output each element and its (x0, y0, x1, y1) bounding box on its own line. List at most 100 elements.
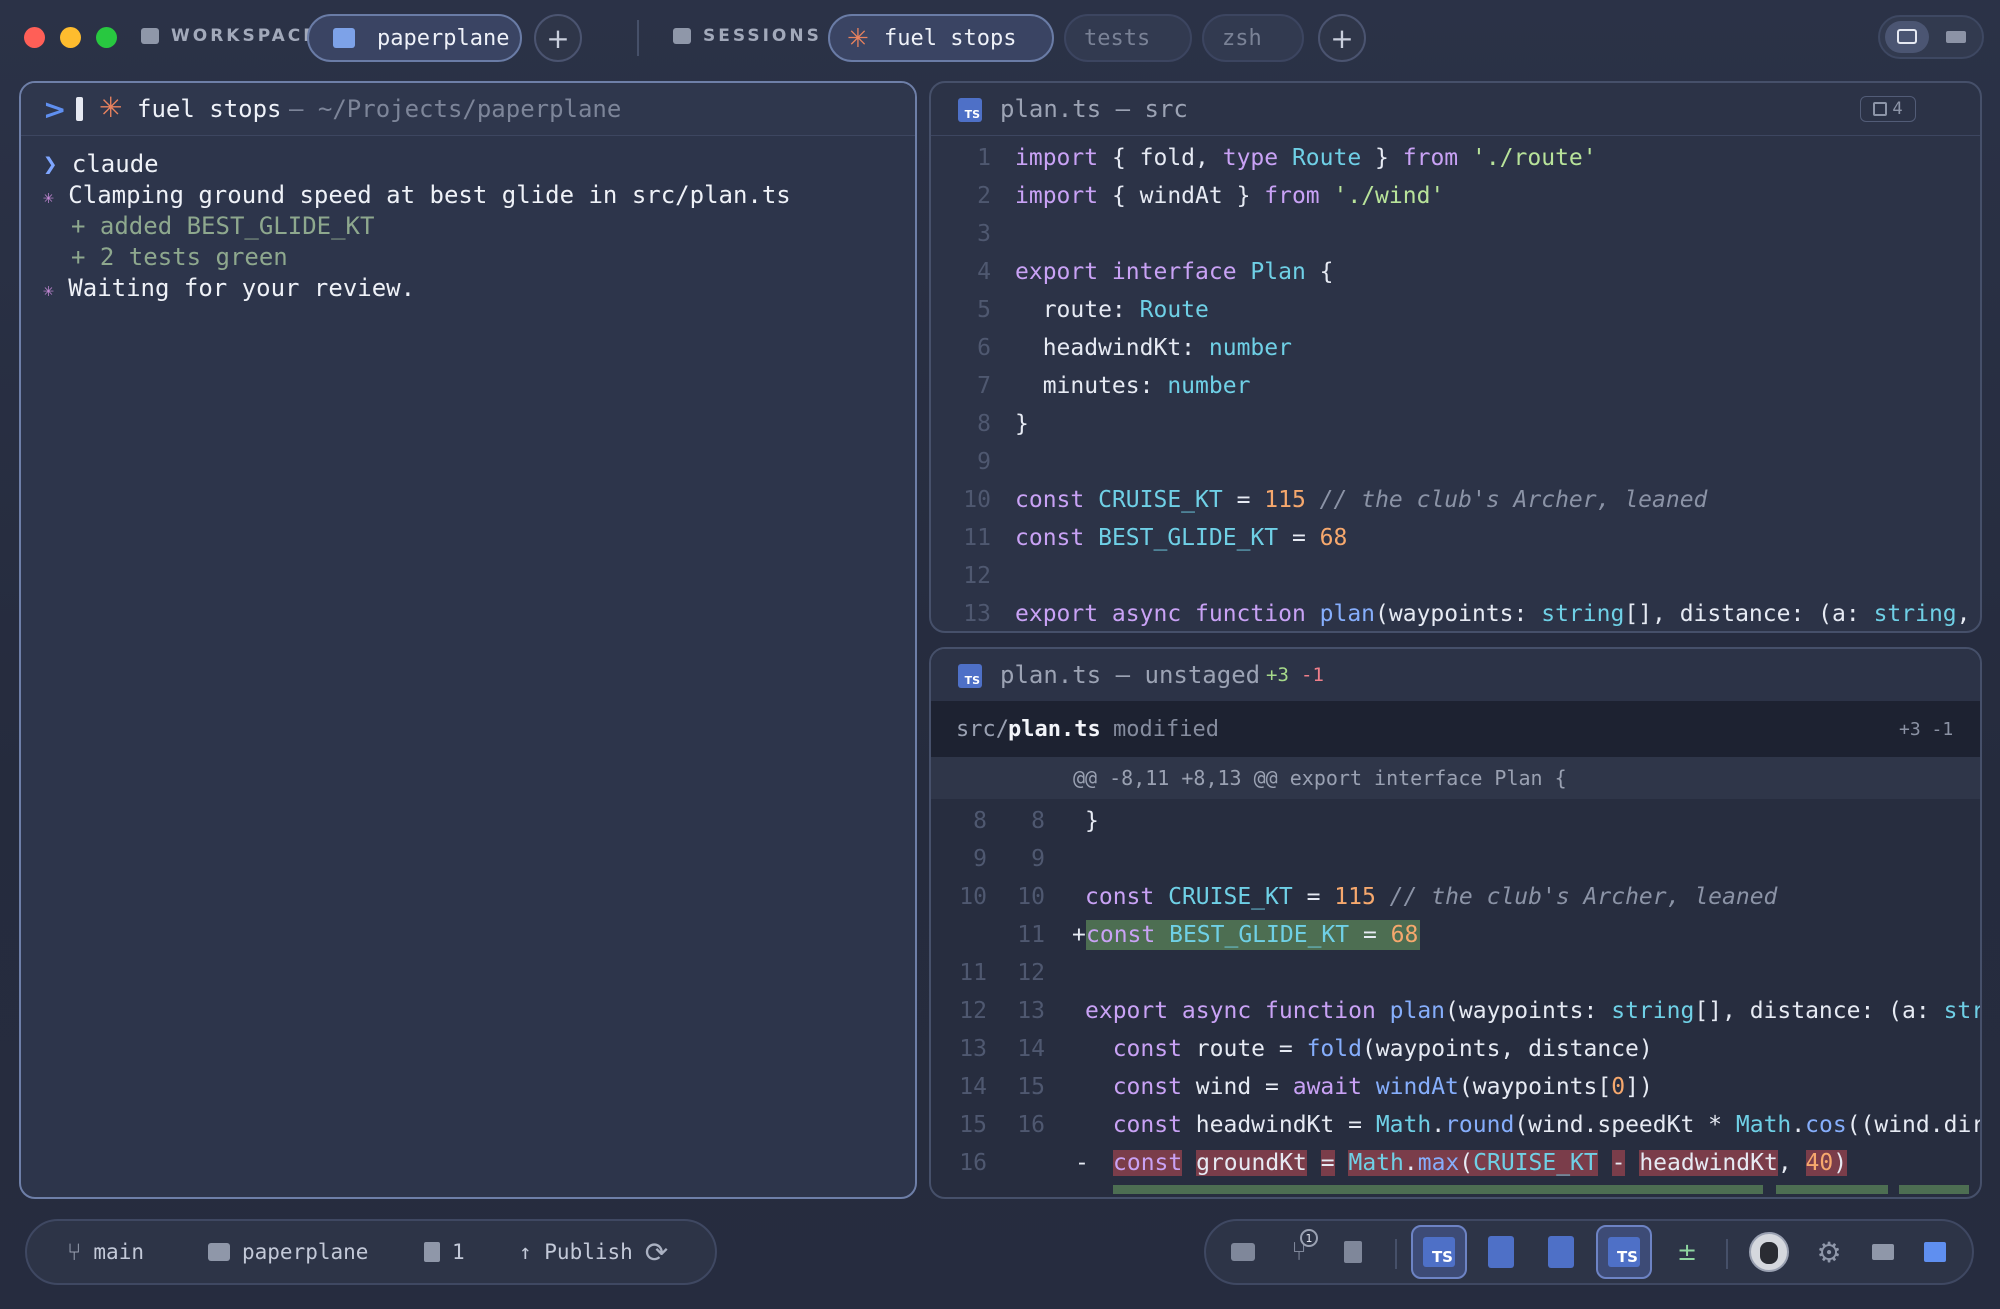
terminal-header: > ✳ fuel stops — ~/Projects/paperplane (21, 83, 915, 136)
editor-filename: plan.ts — src (1000, 95, 1188, 123)
file-button[interactable] (1330, 1229, 1376, 1275)
code-line: 1 import { fold, type Route } from './rou… (977, 145, 1597, 171)
divider (637, 20, 639, 56)
folder-button[interactable]: paperplane (208, 1221, 368, 1283)
notification-badge: 1 (1300, 1229, 1318, 1247)
windows-icon (1897, 29, 1917, 44)
refresh-icon: ⟳ (644, 1235, 669, 1269)
copy-icon (1873, 102, 1888, 116)
document-button[interactable] (1478, 1229, 1524, 1275)
diff-line-partial (931, 1182, 1980, 1194)
git-branch-icon: ⑂ (67, 1238, 82, 1266)
editor-header: TS plan.ts — src 4 (931, 83, 1980, 136)
branch-button[interactable]: ⑂ main (67, 1221, 144, 1283)
typescript-file-icon: TS (958, 664, 982, 688)
add-workspace-button[interactable]: + (534, 14, 582, 62)
diff-pane[interactable]: TS plan.ts — unstaged +3 -1 src/ plan.ts… (929, 647, 1982, 1199)
file-diff-icon (424, 1242, 440, 1262)
document-icon (1488, 1236, 1514, 1268)
plus-icon: + (546, 21, 570, 55)
terminal-line: ✳ Clamping ground speed at best glide in… (43, 181, 791, 209)
gear-icon: ⚙ (1816, 1235, 1842, 1269)
terminal-pane[interactable]: > ✳ fuel stops — ~/Projects/paperplane ❯… (19, 81, 917, 1199)
code-line: 13 export async function plan(waypoints: … (963, 601, 1971, 627)
code-line: 3 (977, 221, 991, 247)
divider (1726, 1239, 1728, 1269)
split-view-button[interactable] (1885, 21, 1929, 53)
diff-line: 14 15 const wind = await windAt(waypoints… (959, 1074, 1653, 1100)
folder-icon (1231, 1243, 1255, 1261)
terminal-path: — ~/Projects/paperplane (289, 95, 622, 123)
compose-button[interactable] (1912, 1229, 1958, 1275)
layout-controls (1878, 15, 1984, 59)
add-session-button[interactable]: + (1318, 14, 1366, 62)
diff-line-removed: 16- const groundKt = Math.max(CRUISE_KT -… (959, 1150, 1848, 1176)
typescript-icon: TS (1608, 1237, 1640, 1267)
document-button-2[interactable] (1538, 1229, 1584, 1275)
code-line: 2 import { windAt } from './wind' (977, 183, 1445, 209)
file-icon (1344, 1241, 1362, 1263)
claude-icon: ✳ (847, 24, 869, 54)
diff-button[interactable]: ± (1664, 1229, 1710, 1275)
source-control-button[interactable]: ⑂ 1 (1276, 1229, 1322, 1275)
code-line: 5 route: Route (977, 297, 1209, 323)
session-tab-fuel-stops[interactable]: ✳ fuel stops (828, 14, 1054, 62)
plus-minus-icon: ± (1676, 1238, 1698, 1266)
terminal-title: fuel stops (137, 95, 282, 123)
changes-button[interactable]: 1 (424, 1221, 465, 1283)
code-line: 10 const CRUISE_KT = 115 // the club's Ar… (963, 487, 1708, 513)
code-line: 4 export interface Plan { (977, 259, 1334, 285)
edit-button[interactable] (1860, 1229, 1906, 1275)
close-window-button[interactable] (24, 27, 45, 48)
code-line: 9 (977, 449, 991, 475)
hunk-header: @@ -8,11 +8,13 @@ export interface Plan … (931, 757, 1980, 799)
terminal-line: ✳ Waiting for your review. (43, 274, 416, 302)
diff-view[interactable]: 8 8} 99 10 10 const CRUISE_KT = 115 // the … (931, 802, 1980, 1194)
terminal-line: + added BEST_GLIDE_KT (71, 212, 375, 240)
code-view[interactable]: 1 import { fold, type Route } from './rou… (931, 139, 1980, 627)
claude-icon: ✳ (99, 91, 123, 124)
code-line: 8} (977, 411, 1029, 437)
pencil-icon (1872, 1244, 1894, 1260)
diff-header: TS plan.ts — unstaged +3 -1 (931, 649, 1980, 702)
tool-dock: ⑂ 1 TS TS ± ⚙ (1204, 1219, 1974, 1285)
compose-icon (1924, 1242, 1946, 1262)
typescript-icon: TS (1423, 1237, 1455, 1267)
settings-button[interactable]: ⚙ (1806, 1229, 1852, 1275)
avatar (1749, 1232, 1789, 1272)
single-view-button[interactable] (1946, 31, 1966, 43)
diff-line: 13 14 const route = fold(waypoints, dista… (959, 1036, 1653, 1062)
code-line: 11 const BEST_GLIDE_KT = 68 (963, 525, 1348, 551)
references-badge[interactable]: 4 (1860, 96, 1916, 122)
diff-line: 12 13 export async function plan(waypoints… (959, 998, 1980, 1024)
avatar-button[interactable] (1746, 1229, 1792, 1275)
workspace-tab-paperplane[interactable]: paperplane (307, 14, 522, 62)
terminal-line: ❯ claude (43, 150, 159, 178)
folder-icon (333, 28, 355, 48)
diff-line: 11 12 (959, 960, 1045, 986)
status-bar: ⑂ main paperplane 1 ↑ Publish ⟳ (25, 1219, 717, 1285)
app-window: WORKSPACE paperplane + SESSIONS ✳ fuel s… (0, 0, 2000, 1309)
diff-additions: +3 (1266, 664, 1289, 686)
minimize-window-button[interactable] (60, 27, 81, 48)
code-line: 6 headwindKt: number (977, 335, 1292, 361)
title-bar: WORKSPACE paperplane + SESSIONS ✳ fuel s… (0, 0, 2000, 78)
session-tab-zsh[interactable]: zsh (1202, 14, 1304, 62)
typescript-editor-button[interactable]: TS (1411, 1225, 1467, 1279)
diff-file-header[interactable]: src/ plan.ts modified +3 -1 (931, 701, 1980, 757)
cursor-icon (76, 97, 83, 121)
workspace-icon (141, 28, 159, 44)
zoom-window-button[interactable] (96, 27, 117, 48)
typescript-diff-button[interactable]: TS (1596, 1225, 1652, 1279)
typescript-file-icon: TS (958, 98, 982, 122)
files-button[interactable] (1220, 1229, 1266, 1275)
session-tab-tests[interactable]: tests (1064, 14, 1192, 62)
workspace-section-label: WORKSPACE (141, 26, 318, 46)
prompt-icon: > (43, 93, 67, 126)
editor-pane[interactable]: TS plan.ts — src 4 1 import { fold, type … (929, 81, 1982, 633)
publish-button[interactable]: ↑ Publish ⟳ (519, 1221, 668, 1283)
diff-line: 8 8} (973, 808, 1099, 834)
diff-line: 99 (973, 846, 1045, 872)
divider (1395, 1239, 1397, 1269)
terminal-icon (673, 28, 691, 44)
